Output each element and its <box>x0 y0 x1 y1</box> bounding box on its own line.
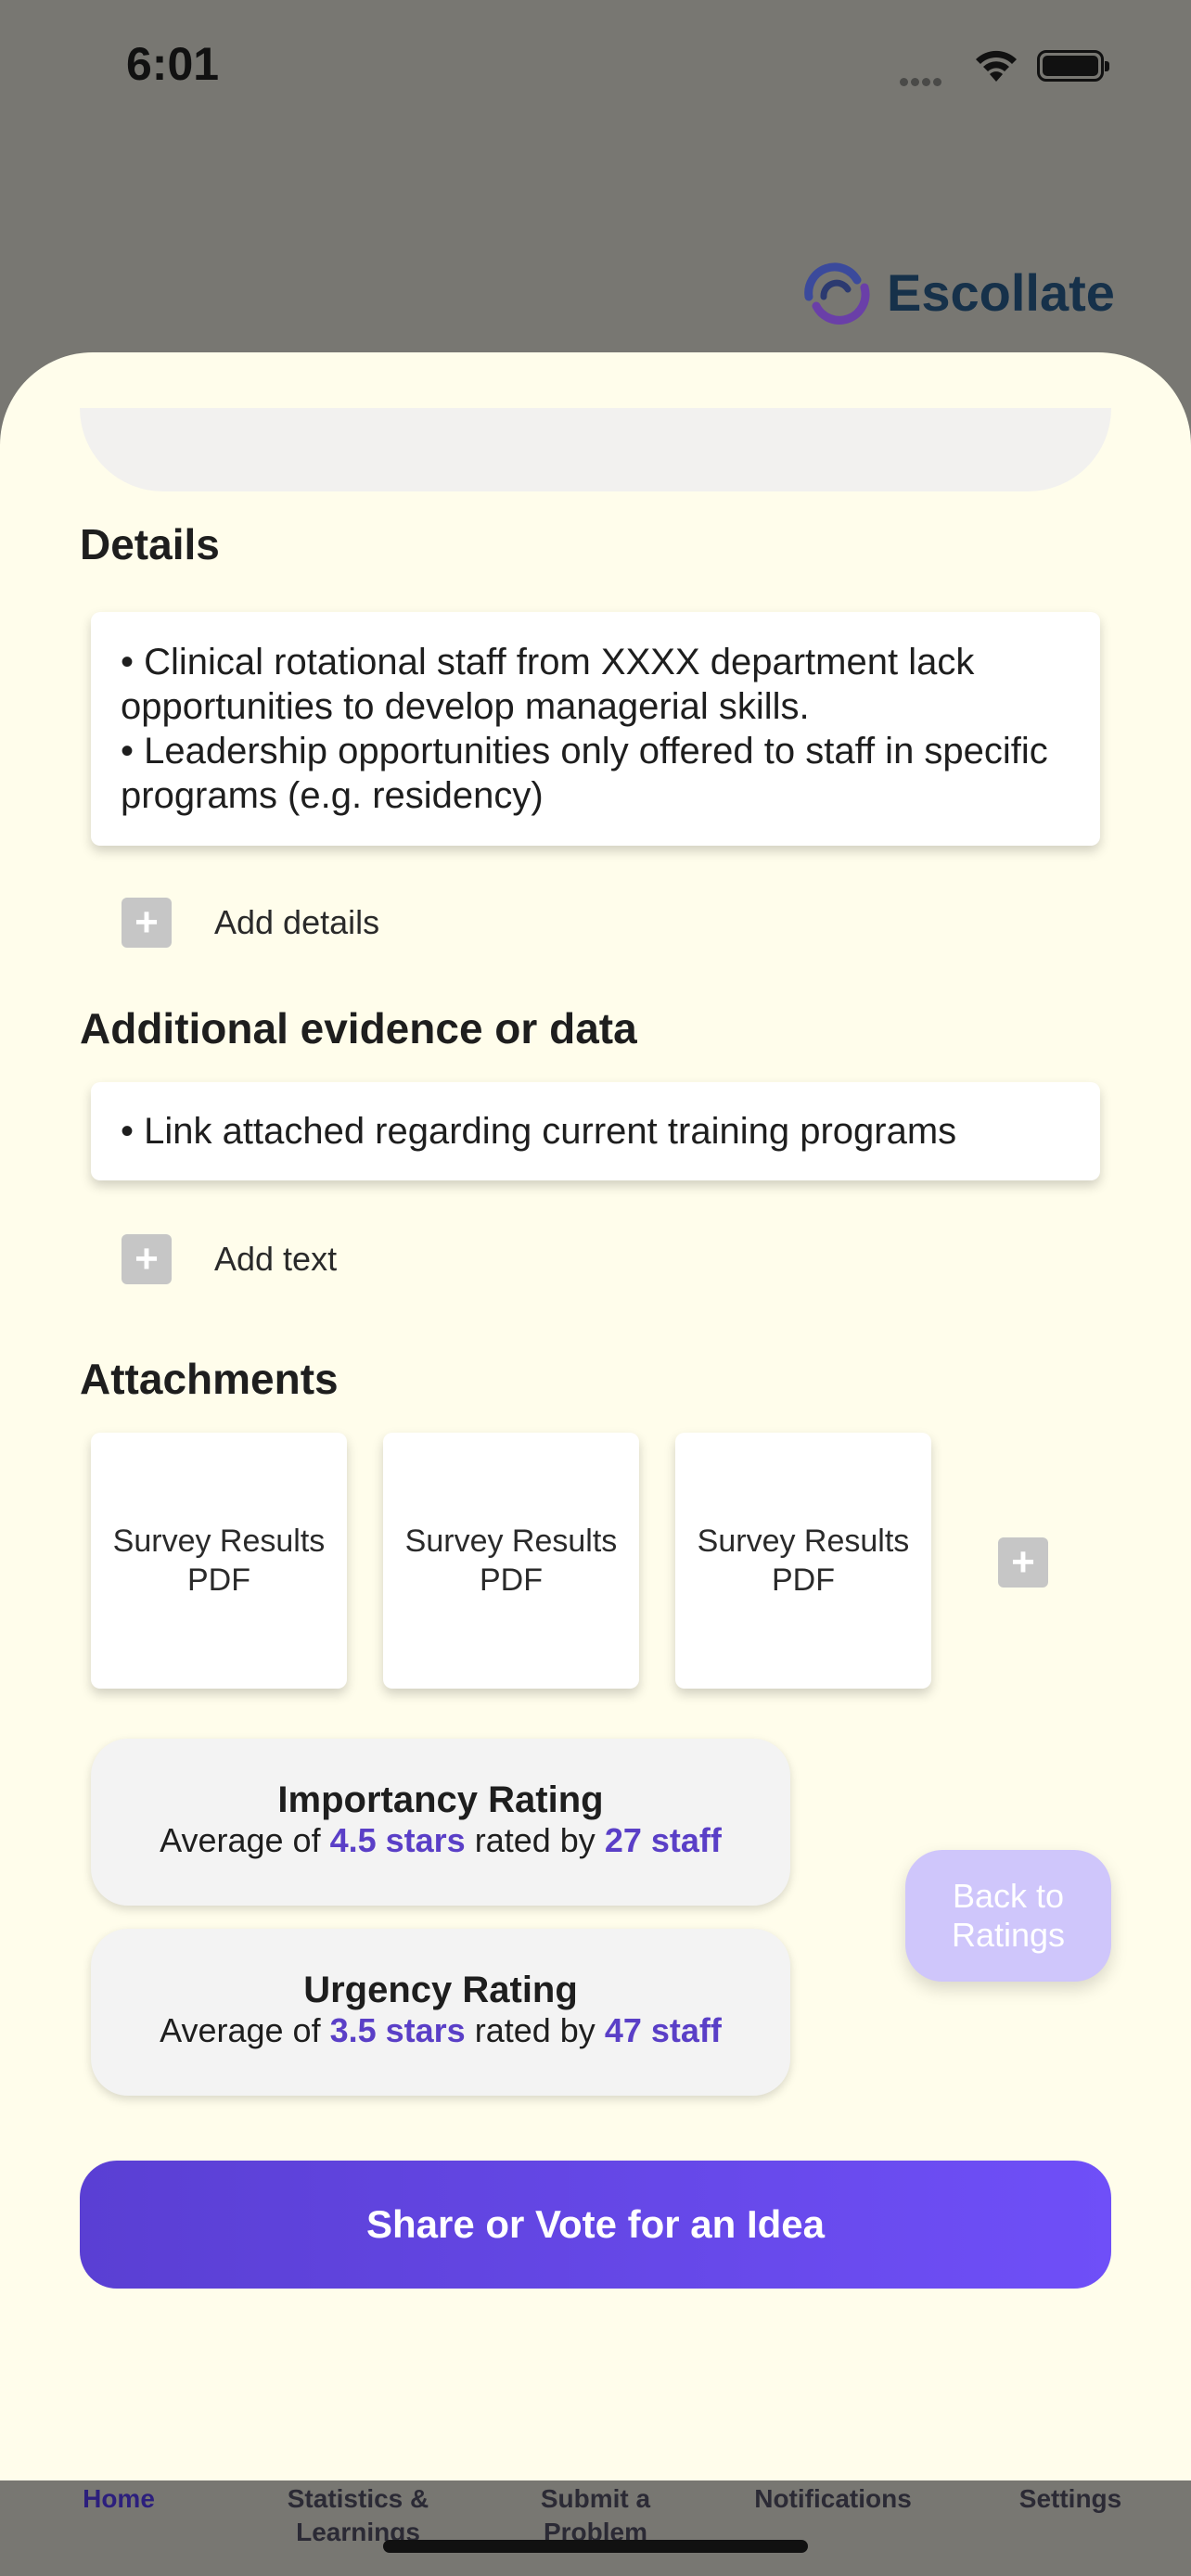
attachment-card[interactable]: Survey Results PDF <box>383 1433 639 1689</box>
add-details-label[interactable]: Add details <box>214 903 379 942</box>
status-bar: 6:01 <box>0 0 1191 130</box>
rating-prefix: Average of <box>160 2011 321 2049</box>
attachment-label: Survey Results PDF <box>112 1524 326 1598</box>
attachments-heading: Attachments <box>80 1355 339 1403</box>
add-text-row[interactable]: + Add text <box>122 1234 337 1284</box>
details-card: • Clinical rotational staff from XXXX de… <box>91 612 1100 846</box>
add-text-label[interactable]: Add text <box>214 1240 337 1279</box>
home-indicator <box>383 2540 808 2553</box>
attachment-card[interactable]: Survey Results PDF <box>675 1433 931 1689</box>
back-to-ratings-button[interactable]: Back to Ratings <box>905 1850 1111 1982</box>
evidence-line: • Link attached regarding current traini… <box>121 1111 957 1152</box>
rating-middle: rated by <box>474 1821 596 1859</box>
rating-staff-count: 47 staff <box>604 2011 722 2049</box>
rating-middle: rated by <box>474 2011 596 2049</box>
add-details-row[interactable]: + Add details <box>122 898 379 948</box>
rating-prefix: Average of <box>160 1821 321 1859</box>
escollate-logo-icon <box>804 262 870 325</box>
brand-logo: Escollate <box>800 260 1115 325</box>
urgency-rating-card[interactable]: Urgency Rating Average of 3.5 stars rate… <box>91 1929 790 2096</box>
share-or-vote-button[interactable]: Share or Vote for an Idea <box>80 2161 1111 2289</box>
rating-summary: Average of 4.5 stars rated by 27 staff <box>91 1820 790 1861</box>
brand-name: Escollate <box>887 262 1115 322</box>
battery-icon <box>1037 50 1109 82</box>
attachment-card[interactable]: Survey Results PDF <box>91 1433 347 1689</box>
attachment-label: Survey Results PDF <box>697 1524 910 1598</box>
attachment-label: Survey Results PDF <box>404 1524 618 1598</box>
status-time: 6:01 <box>126 38 220 90</box>
rating-staff-count: 27 staff <box>604 1821 722 1859</box>
wifi-icon <box>972 46 1020 88</box>
details-heading: Details <box>80 520 220 568</box>
evidence-heading: Additional evidence or data <box>80 1004 637 1052</box>
details-line: • Leadership opportunities only offered … <box>121 731 1048 816</box>
rating-stars: 4.5 stars <box>329 1821 466 1859</box>
add-attachment-icon[interactable]: + <box>998 1537 1048 1588</box>
rating-summary: Average of 3.5 stars rated by 47 staff <box>91 2010 790 2051</box>
rating-stars: 3.5 stars <box>329 2011 466 2049</box>
details-line: • Clinical rotational staff from XXXX de… <box>121 642 975 727</box>
plus-icon[interactable]: + <box>122 898 172 948</box>
rating-title: Importancy Rating <box>277 1779 604 1820</box>
header-pill <box>80 408 1111 491</box>
tab-notifications[interactable]: Notifications <box>731 2482 935 2516</box>
importancy-rating-card[interactable]: Importancy Rating Average of 4.5 stars r… <box>91 1739 790 1906</box>
plus-icon[interactable]: + <box>122 1234 172 1284</box>
tab-home[interactable]: Home <box>17 2482 221 2516</box>
rating-title: Urgency Rating <box>303 1970 578 2010</box>
idea-detail-sheet: Details • Clinical rotational staff from… <box>0 352 1191 2480</box>
cellular-signal-icon <box>900 74 944 91</box>
tab-settings[interactable]: Settings <box>968 2482 1172 2516</box>
evidence-card: • Link attached regarding current traini… <box>91 1082 1100 1180</box>
tab-bar: Home Statistics & Learnings Submit a Pro… <box>0 2480 1191 2576</box>
